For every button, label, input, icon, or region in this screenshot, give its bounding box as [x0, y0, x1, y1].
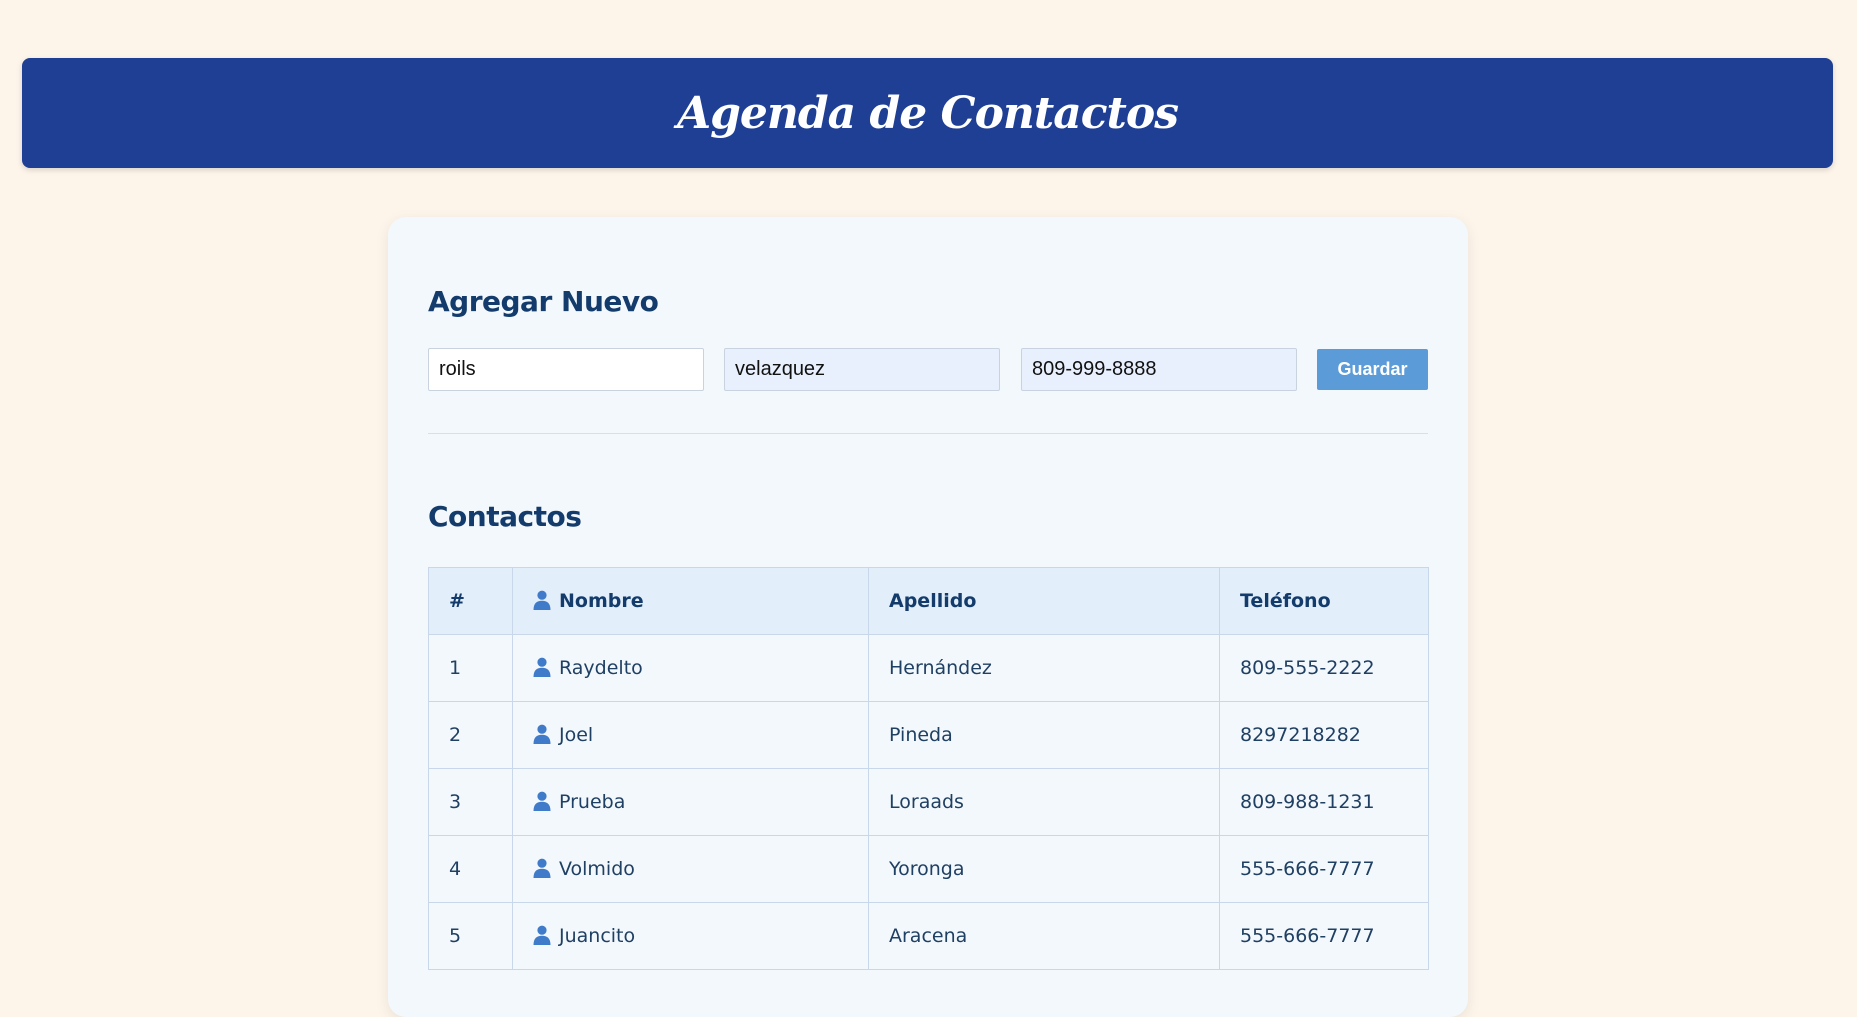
nombre-input[interactable]: [428, 348, 704, 391]
column-header-nombre-label: Nombre: [559, 590, 644, 612]
row-number: 1: [428, 634, 513, 702]
row-apellido: Loraads: [868, 768, 1220, 836]
row-nombre-text: Prueba: [559, 791, 626, 813]
section-divider: [428, 433, 1428, 434]
row-apellido: Aracena: [868, 902, 1220, 970]
save-button[interactable]: Guardar: [1317, 349, 1428, 390]
row-telefono: 555-666-7777: [1219, 835, 1429, 903]
person-icon: [533, 724, 551, 744]
row-number: 4: [428, 835, 513, 903]
apellido-input[interactable]: [724, 348, 1000, 391]
row-number: 2: [428, 701, 513, 769]
row-number: 5: [428, 902, 513, 970]
person-icon: [533, 791, 551, 811]
table-row: 3 Prueba Loraads 809-988-1231: [428, 768, 1429, 836]
column-header-telefono: Teléfono: [1219, 567, 1429, 635]
telefono-input[interactable]: [1021, 348, 1297, 391]
row-nombre-text: Volmido: [559, 858, 635, 880]
column-header-number: #: [428, 567, 513, 635]
row-nombre: Prueba: [512, 768, 869, 836]
row-telefono: 555-666-7777: [1219, 902, 1429, 970]
row-nombre: Volmido: [512, 835, 869, 903]
row-apellido: Yoronga: [868, 835, 1220, 903]
row-telefono: 809-988-1231: [1219, 768, 1429, 836]
contacts-table: # Nombre Apellido Teléfono 1 Raydelto He…: [428, 567, 1429, 970]
add-section-title: Agregar Nuevo: [428, 285, 659, 318]
row-nombre-text: Juancito: [559, 925, 636, 947]
person-icon: [533, 858, 551, 878]
row-telefono: 809-555-2222: [1219, 634, 1429, 702]
row-nombre-text: Joel: [559, 724, 594, 746]
column-header-apellido: Apellido: [868, 567, 1220, 635]
row-number: 3: [428, 768, 513, 836]
row-nombre: Juancito: [512, 902, 869, 970]
row-nombre: Joel: [512, 701, 869, 769]
row-nombre-text: Raydelto: [559, 657, 643, 679]
person-icon: [533, 590, 551, 610]
app-title: Agenda de Contactos: [677, 87, 1179, 139]
table-row: 1 Raydelto Hernández 809-555-2222: [428, 634, 1429, 702]
row-apellido: Pineda: [868, 701, 1220, 769]
table-row: 5 Juancito Aracena 555-666-7777: [428, 902, 1429, 970]
table-row: 2 Joel Pineda 8297218282: [428, 701, 1429, 769]
table-header-row: # Nombre Apellido Teléfono: [428, 567, 1429, 635]
row-nombre: Raydelto: [512, 634, 869, 702]
table-row: 4 Volmido Yoronga 555-666-7777: [428, 835, 1429, 903]
person-icon: [533, 925, 551, 945]
column-header-nombre: Nombre: [512, 567, 869, 635]
row-apellido: Hernández: [868, 634, 1220, 702]
app-header: Agenda de Contactos: [22, 58, 1833, 168]
row-telefono: 8297218282: [1219, 701, 1429, 769]
contacts-card: Agregar Nuevo Guardar Contactos # Nombre…: [388, 217, 1468, 1017]
person-icon: [533, 657, 551, 677]
contacts-section-title: Contactos: [428, 500, 582, 533]
